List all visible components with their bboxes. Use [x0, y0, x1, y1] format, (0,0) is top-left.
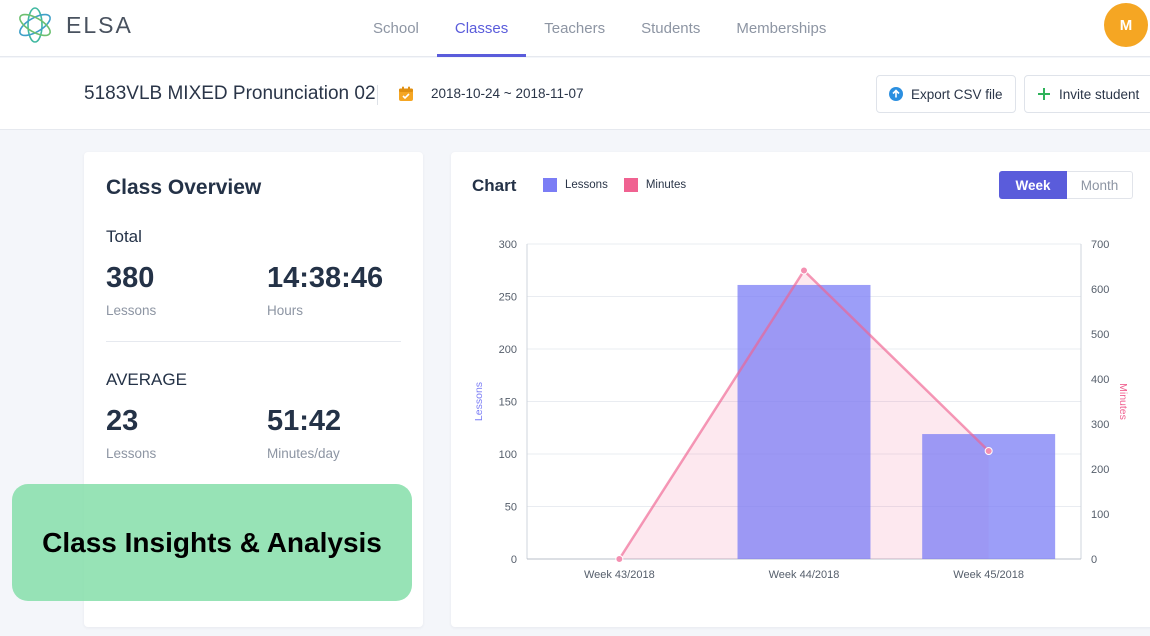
- class-header: 5183VLB MIXED Pronunciation 02 2018-10-2…: [0, 58, 1150, 130]
- nav-item-teachers[interactable]: Teachers: [526, 0, 623, 57]
- avg-lessons-value: 23: [106, 405, 139, 437]
- total-lessons-label: Lessons: [106, 303, 157, 318]
- legend-label-lessons: Lessons: [565, 179, 608, 191]
- legend-swatch-lessons: [543, 178, 557, 192]
- avg-minutes-value: 51:42: [267, 405, 342, 437]
- brand-name: ELSA: [66, 11, 133, 38]
- user-avatar[interactable]: M: [1104, 3, 1148, 47]
- invite-student-button[interactable]: Invite student: [1024, 75, 1150, 113]
- toggle-week[interactable]: Week: [999, 171, 1067, 199]
- lessons-bar: [737, 284, 871, 559]
- nav-item-school[interactable]: School: [355, 0, 437, 57]
- nav-item-classes[interactable]: Classes: [436, 0, 527, 57]
- y2-tick-label: 400: [1091, 374, 1109, 386]
- y-tick-label: 50: [505, 502, 517, 514]
- chart-title: Chart: [472, 176, 517, 195]
- chart-canvas: 0 50 100 150 200 250 300 0 100 200 300 400 500 600 700…: [473, 239, 1129, 581]
- overview-divider: [106, 341, 401, 342]
- total-hours-value: 14:38:46: [267, 262, 384, 294]
- y2-tick-label: 700: [1091, 239, 1109, 251]
- export-csv-button[interactable]: Export CSV file: [876, 75, 1016, 113]
- insights-banner: Class Insights & Analysis: [12, 484, 412, 601]
- main-nav: School Classes Teachers Students Members…: [355, 0, 844, 57]
- elsa-logo[interactable]: ELSA: [14, 4, 133, 46]
- y-tick-label: 250: [499, 292, 517, 304]
- invite-student-label: Invite student: [1059, 86, 1140, 102]
- avg-minutes-label: Minutes/day: [267, 446, 340, 461]
- plus-icon: [1037, 87, 1051, 101]
- y-axis-title: Lessons: [473, 382, 485, 421]
- legend-item-lessons[interactable]: Lessons: [543, 178, 608, 192]
- period-toggle: Week Month: [999, 171, 1133, 199]
- avg-lessons-label: Lessons: [106, 446, 157, 461]
- y2-tick-label: 0: [1091, 554, 1097, 566]
- y-tick-label: 100: [499, 449, 517, 461]
- elsa-logo-icon: [19, 7, 51, 43]
- y-tick-label: 300: [499, 239, 517, 251]
- y2-tick-label: 200: [1091, 464, 1109, 476]
- minutes-point: [615, 555, 624, 563]
- total-lessons-value: 380: [106, 262, 155, 294]
- date-range[interactable]: 2018-10-24 ~ 2018-11-07: [431, 86, 584, 101]
- y2-tick-label: 300: [1091, 419, 1109, 431]
- overview-title: Class Overview: [106, 176, 262, 199]
- top-navbar: ELSA School Classes Teachers Students Me…: [0, 0, 1150, 57]
- y-tick-label: 150: [499, 397, 517, 409]
- class-name: 5183VLB MIXED Pronunciation 02: [84, 83, 376, 104]
- banner-text: Class Insights & Analysis: [42, 526, 382, 558]
- chart-legend: Lessons Minutes: [543, 178, 702, 192]
- legend-label-minutes: Minutes: [645, 179, 687, 191]
- legend-swatch-minutes: [623, 178, 638, 192]
- legend-item-minutes[interactable]: Minutes: [623, 178, 687, 192]
- x-tick-label: Week 45/2018: [953, 569, 1024, 581]
- y2-tick-label: 500: [1091, 329, 1109, 341]
- total-hours-label: Hours: [267, 303, 304, 318]
- header-divider: [377, 85, 378, 105]
- average-label: AVERAGE: [106, 370, 187, 389]
- upload-icon: [889, 87, 903, 101]
- chart-card: 0 50 100 150 200 250 300 0 100 200 300 400 500 600 700…: [451, 152, 1150, 627]
- total-label: Total: [106, 227, 142, 246]
- toggle-month[interactable]: Month: [1067, 171, 1133, 199]
- y2-tick-label: 100: [1091, 509, 1109, 521]
- nav-item-students[interactable]: Students: [623, 0, 718, 57]
- export-csv-label: Export CSV file: [911, 86, 1003, 102]
- x-tick-label: Week 43/2018: [584, 569, 655, 581]
- nav-item-memberships[interactable]: Memberships: [718, 0, 844, 57]
- y-tick-label: 200: [499, 344, 517, 356]
- y-tick-label: 0: [511, 554, 517, 566]
- minutes-point: [984, 447, 993, 455]
- calendar-icon[interactable]: [398, 86, 414, 102]
- x-tick-label: Week 44/2018: [769, 569, 840, 581]
- minutes-point: [800, 266, 808, 275]
- y2-tick-label: 600: [1091, 284, 1109, 296]
- y2-axis-title: Minutes: [1117, 383, 1129, 420]
